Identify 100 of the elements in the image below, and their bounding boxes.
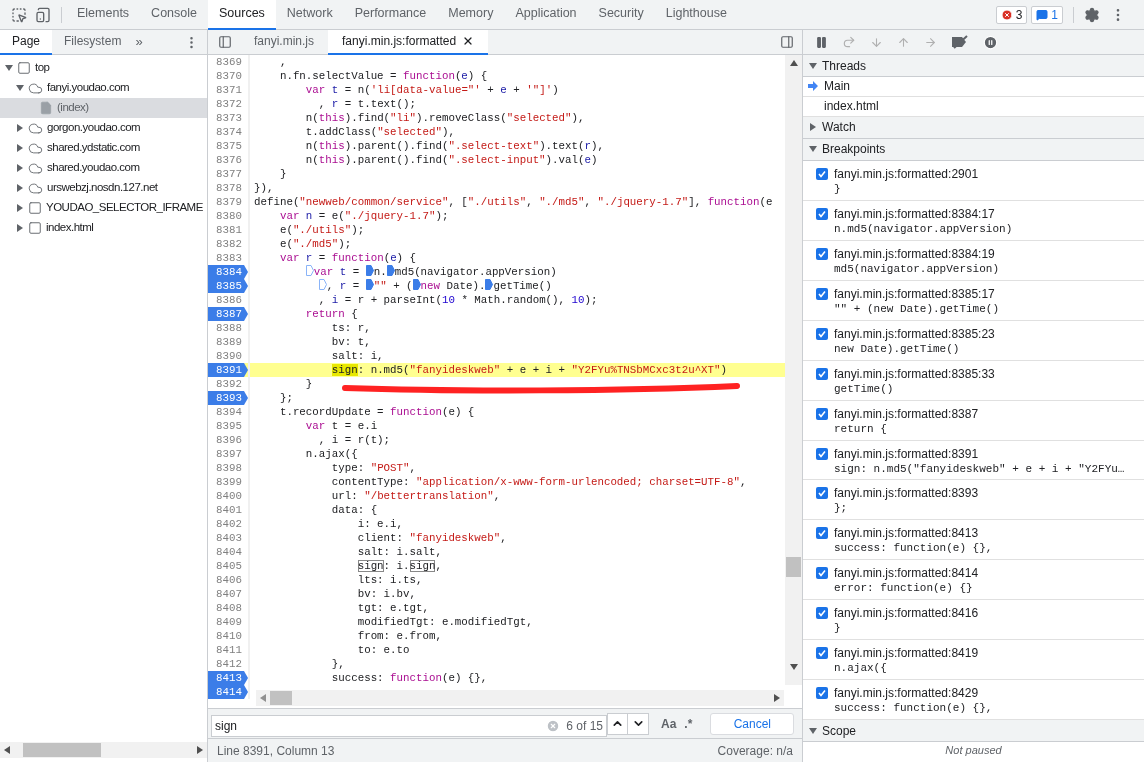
- previous-match-button[interactable]: [608, 713, 628, 734]
- panel-tab[interactable]: Network: [275, 0, 344, 30]
- breakpoint-checkbox[interactable]: [816, 287, 828, 300]
- breakpoint-line-number[interactable]: 8413: [208, 671, 248, 685]
- expanded-arrow-icon[interactable]: [809, 726, 817, 735]
- toggle-debugger-icon[interactable]: [780, 35, 794, 49]
- tree-item[interactable]: (index): [0, 98, 207, 118]
- section-header[interactable]: Breakpoints: [803, 138, 1144, 161]
- code-line: type: "POST",: [330, 461, 417, 475]
- breakpoint-checkbox[interactable]: [816, 487, 828, 500]
- expanded-arrow-icon[interactable]: [809, 145, 817, 154]
- collapsed-arrow-icon[interactable]: [809, 123, 817, 132]
- expanded-arrow-icon[interactable]: [809, 61, 817, 70]
- panel-tab[interactable]: Sources: [208, 0, 276, 30]
- collapsed-arrow-icon[interactable]: [16, 204, 24, 212]
- breakpoint-line-number[interactable]: 8385: [208, 279, 248, 293]
- scroll-up-icon[interactable]: [789, 59, 798, 67]
- breakpoint-checkbox[interactable]: [816, 687, 828, 700]
- panel-tab[interactable]: Security: [587, 0, 655, 30]
- tree-item[interactable]: fanyi.youdao.com: [0, 78, 207, 98]
- toggle-navigator-icon[interactable]: [218, 35, 232, 49]
- breakpoint-checkbox[interactable]: [816, 447, 828, 460]
- breakpoint-checkbox[interactable]: [816, 167, 828, 180]
- breakpoint-marker-icon[interactable]: [485, 279, 494, 290]
- breakpoint-marker-icon[interactable]: [305, 265, 314, 276]
- collapsed-arrow-icon[interactable]: [16, 224, 24, 232]
- pause-on-exceptions-icon[interactable]: [983, 34, 998, 50]
- scroll-left-icon[interactable]: [3, 746, 11, 754]
- breakpoint-line-number[interactable]: 8384: [208, 265, 248, 279]
- panel-tab[interactable]: Elements: [66, 0, 141, 30]
- expanded-arrow-icon[interactable]: [16, 84, 24, 92]
- panel-tab[interactable]: Lighthouse: [654, 0, 738, 30]
- breakpoint-checkbox[interactable]: [816, 207, 828, 220]
- scrollbar-thumb[interactable]: [23, 743, 101, 757]
- tree-item[interactable]: index.html: [0, 218, 207, 238]
- error-count-badge[interactable]: 3: [995, 5, 1028, 24]
- panel-tab[interactable]: Application: [504, 0, 588, 30]
- section-header[interactable]: Threads: [803, 55, 1144, 77]
- tree-item[interactable]: shared.ydstatic.com: [0, 138, 207, 158]
- cancel-button[interactable]: Cancel: [710, 712, 795, 735]
- file-icon: [39, 101, 53, 115]
- tree-item[interactable]: YOUDAO_SELECTOR_IFRAME: [0, 198, 207, 218]
- next-match-button[interactable]: [628, 713, 648, 734]
- match-case-button[interactable]: Aa: [661, 714, 677, 733]
- breakpoint-line-number[interactable]: 8414: [208, 685, 248, 699]
- breakpoint-marker-icon[interactable]: [318, 279, 327, 290]
- breakpoint-checkbox[interactable]: [816, 567, 828, 580]
- scroll-down-icon[interactable]: [789, 663, 798, 671]
- pause-icon[interactable]: [815, 35, 828, 49]
- breakpoint-checkbox[interactable]: [816, 527, 828, 540]
- settings-icon[interactable]: [1084, 6, 1100, 23]
- scroll-right-icon[interactable]: [773, 694, 781, 702]
- tree-item[interactable]: top: [0, 58, 207, 78]
- navigator-tab[interactable]: Page: [0, 29, 53, 55]
- regex-button[interactable]: .*: [684, 714, 693, 733]
- breakpoint-line-number[interactable]: 8393: [208, 391, 248, 405]
- breakpoint-marker-icon[interactable]: [365, 265, 374, 276]
- breakpoint-code: return {: [834, 421, 888, 437]
- collapsed-arrow-icon[interactable]: [16, 164, 24, 172]
- message-count-badge[interactable]: 1: [1031, 5, 1063, 24]
- panel-tab[interactable]: Console: [140, 0, 208, 30]
- file-tab[interactable]: fanyi.min.js:formatted: [328, 29, 489, 55]
- breakpoint-marker-icon[interactable]: [412, 279, 421, 290]
- more-tabs-button[interactable]: »: [135, 32, 143, 52]
- device-toolbar-icon[interactable]: [35, 6, 51, 23]
- breakpoint-line-number[interactable]: 8391: [208, 363, 248, 377]
- breakpoint-checkbox[interactable]: [816, 327, 828, 340]
- tree-item[interactable]: urswebzj.nosdn.127.net: [0, 178, 207, 198]
- collapsed-arrow-icon[interactable]: [16, 184, 24, 192]
- deactivate-breakpoints-icon[interactable]: [951, 35, 969, 49]
- horizontal-scrollbar[interactable]: [256, 690, 784, 706]
- expanded-arrow-icon[interactable]: [5, 64, 13, 72]
- inspect-icon[interactable]: [11, 6, 27, 23]
- tree-item[interactable]: shared.youdao.com: [0, 158, 207, 178]
- navigator-tab[interactable]: Filesystem: [52, 29, 134, 55]
- collapsed-arrow-icon[interactable]: [16, 124, 24, 132]
- tree-item[interactable]: gorgon.youdao.com: [0, 118, 207, 138]
- code-line: return {: [304, 307, 358, 321]
- breakpoint-checkbox[interactable]: [816, 407, 828, 420]
- scroll-right-icon[interactable]: [196, 746, 204, 754]
- breakpoint-marker-icon[interactable]: [365, 279, 374, 290]
- section-header[interactable]: Watch: [803, 116, 1144, 139]
- panel-tab[interactable]: Memory: [437, 0, 505, 30]
- panel-tab[interactable]: Performance: [343, 0, 438, 30]
- code-line: , r = "" + ( new Date). getTime(): [254, 279, 552, 293]
- breakpoint-code: success: function(e) {},: [834, 541, 993, 557]
- thread-item[interactable]: Main: [803, 77, 1144, 97]
- vertical-scrollbar[interactable]: [785, 55, 802, 685]
- breakpoint-checkbox[interactable]: [816, 647, 828, 660]
- file-tab[interactable]: fanyi.min.js: [240, 29, 329, 55]
- section-header[interactable]: Scope: [803, 720, 1144, 743]
- breakpoint-line-number[interactable]: 8387: [208, 307, 248, 321]
- scrollbar-thumb[interactable]: [786, 557, 801, 577]
- breakpoint-checkbox[interactable]: [816, 367, 828, 380]
- breakpoint-checkbox[interactable]: [816, 247, 828, 260]
- breakpoint-checkbox[interactable]: [816, 607, 828, 620]
- breakpoint-marker-icon[interactable]: [386, 265, 395, 276]
- scrollbar-thumb[interactable]: [270, 691, 292, 705]
- thread-item[interactable]: index.html: [803, 96, 1144, 117]
- collapsed-arrow-icon[interactable]: [16, 144, 24, 152]
